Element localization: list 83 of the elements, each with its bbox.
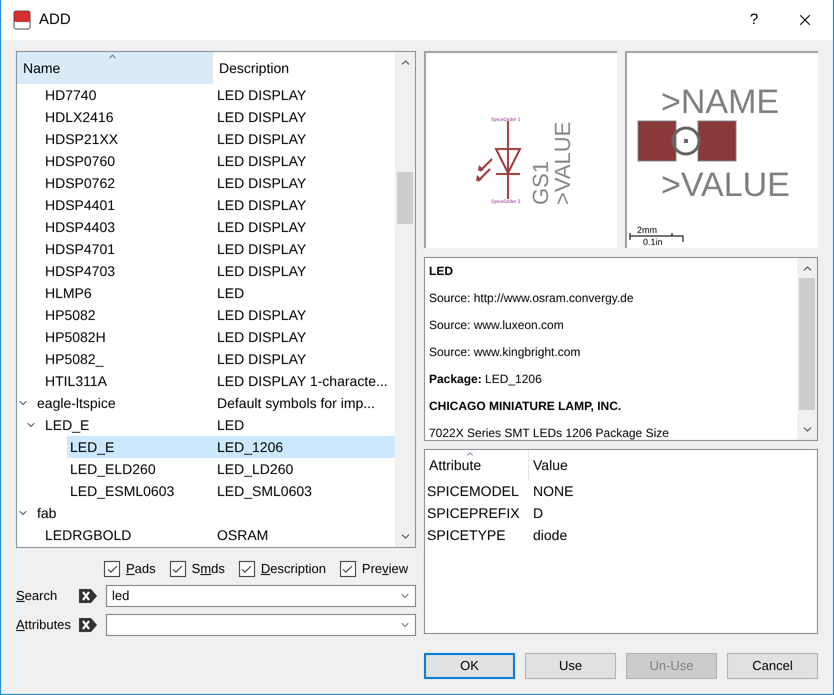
filter-checkbox[interactable]: Pads (104, 559, 156, 579)
table-cell-text: SPICETYPE (426, 526, 507, 544)
tree-item[interactable]: HDSP4401 (42, 194, 116, 216)
description-heading: LED (429, 263, 454, 280)
tree-item-description: LED DISPLAY (217, 350, 306, 368)
tree-item-description: LED DISPLAY (217, 196, 306, 214)
dialog-button[interactable]: OK (424, 653, 515, 679)
app-icon (13, 10, 31, 30)
description-text: 7022X Series SMT LEDs 1206 Package Size (429, 425, 670, 442)
tree-item-description: LED_LD260 (217, 460, 294, 479)
dialog-button[interactable]: Use (525, 653, 616, 679)
scale-label: 2mm (637, 225, 657, 235)
tree-item-description: Default symbols for imp... (217, 394, 375, 413)
value-label: >VALUE (550, 122, 575, 205)
tree-item[interactable]: HDSP4701 (42, 238, 116, 260)
scale-label: 0.1in (643, 237, 663, 247)
clear-icon[interactable] (78, 588, 98, 604)
tree-item-description: LED DISPLAY (217, 108, 306, 126)
tree-item[interactable]: HDSP21XX (42, 128, 118, 150)
tree-item[interactable]: HTIL311A (42, 370, 107, 392)
description-text: Package: LED_1206 (429, 371, 543, 388)
tree-item[interactable]: HDLX2416 (42, 106, 114, 128)
clear-icon[interactable] (78, 617, 98, 633)
scrollbar-thumb[interactable] (799, 278, 815, 410)
scrollbar[interactable] (797, 258, 817, 440)
tree-item[interactable]: HDSP0760 (42, 150, 116, 172)
tree-item-description: LED DISPLAY (217, 262, 306, 280)
tree-item[interactable]: LED_E (67, 436, 215, 458)
field-label: Search (16, 587, 58, 606)
description-text: Source: www.luxeon.com (429, 317, 565, 334)
tree-item[interactable]: HDSP4703 (42, 260, 116, 282)
help-button[interactable]: ? (739, 5, 769, 35)
tree-item[interactable]: HP5082 (42, 304, 96, 326)
scrollbar-thumb[interactable] (397, 172, 413, 224)
tree-item[interactable]: LED_ESML0603 (67, 480, 174, 502)
table-cell-text: SPICEPREFIX (426, 504, 521, 522)
description-text: Source: www.kingbright.com (429, 344, 582, 361)
dialog-button[interactable]: Cancel (727, 653, 818, 679)
tree-item[interactable]: HP5082_ (42, 348, 104, 370)
tree-item-description: LED DISPLAY (217, 218, 306, 236)
description-heading: CHICAGO MINIATURE LAMP, INC. (429, 398, 622, 415)
filter-checkbox[interactable]: Smds (170, 559, 225, 579)
tree-item-description: LED DISPLAY (217, 328, 306, 346)
value-label: >VALUE (661, 166, 790, 204)
tree-item-description: LED DISPLAY 1-characte... (217, 372, 388, 390)
search-field[interactable]: led (106, 585, 416, 607)
tree-item-description: LED_SML0603 (217, 482, 312, 501)
tree-item-description: LED DISPLAY (217, 306, 306, 324)
tree-item-description: LED DISPLAY (217, 240, 306, 258)
tree-item[interactable]: HP5082H (42, 326, 106, 348)
part-name-label: GS1 (528, 160, 553, 205)
tree-item-description: LED (217, 284, 244, 302)
column-header[interactable]: Value (529, 450, 817, 480)
scrollbar[interactable] (395, 52, 415, 547)
filter-checkbox[interactable]: Preview (340, 559, 408, 579)
name-label: >NAME (661, 83, 780, 121)
field-label: Attributes (16, 616, 72, 634)
attributes-field[interactable] (106, 614, 416, 636)
tree-item[interactable]: HDSP0762 (42, 172, 116, 194)
tree-item-description: LED DISPLAY (217, 174, 306, 192)
tree-item-description: LED DISPLAY (217, 152, 306, 170)
column-header[interactable]: Name (17, 52, 212, 84)
tree-item[interactable]: LED_ELD260 (67, 458, 156, 480)
tree-item[interactable]: eagle-ltspice (34, 392, 116, 414)
tree-item-description: LED (217, 416, 244, 434)
table-cell-text: SPICEMODEL (426, 482, 520, 500)
tree-item[interactable]: LEDRGBOLD (42, 524, 132, 546)
table-cell-text: D (533, 504, 544, 522)
tree-item-description: LED DISPLAY (217, 86, 306, 104)
description-text: Source: http://www.osram.convergy.de (429, 290, 635, 307)
tree-item[interactable]: HDSP4403 (42, 216, 116, 238)
column-header[interactable]: Attribute (425, 450, 529, 480)
table-cell-text: NONE (533, 482, 574, 500)
tree-item[interactable]: fab (34, 502, 56, 524)
tree-item-description: LED_1206 (217, 438, 284, 457)
tree-item-description: OSRAM (217, 526, 268, 544)
tree-item[interactable]: HLMP6 (42, 282, 92, 304)
table-cell-text: diode (533, 526, 568, 544)
tree-item[interactable]: HD7740 (42, 84, 96, 106)
tree-item-description: LED DISPLAY (217, 130, 306, 148)
filter-checkbox[interactable]: Description (238, 559, 326, 579)
window-title: ADD (39, 10, 71, 30)
tree-item[interactable]: LED_E (42, 414, 90, 436)
